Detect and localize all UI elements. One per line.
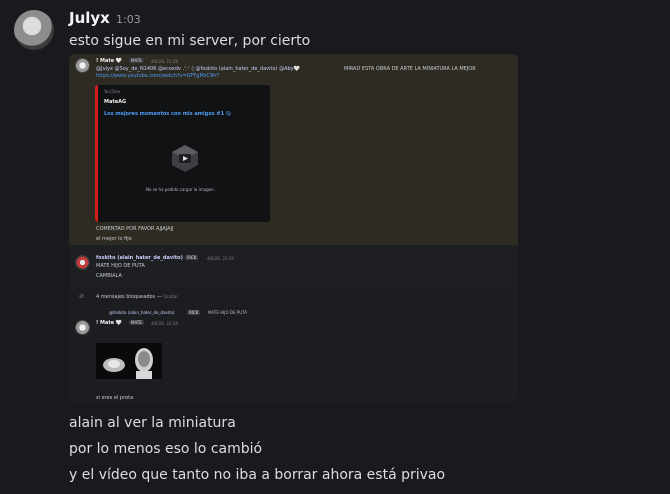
message-timestamp: 1:03 <box>116 13 141 26</box>
blocked-icon: ⊘ <box>79 293 85 300</box>
blocked-text: 4 mensajes bloqueados — Ocultar <box>96 294 179 300</box>
mate-badge-2: MATE <box>129 320 144 325</box>
foskito-line-2: CAMBIALA <box>96 273 122 279</box>
mentions: @Julyx @Soy_de_N1406 @ecoxdv .ᐟ.ᐟ ◊ @fos… <box>96 66 300 72</box>
mate-author-2: ! Mate 🤍 <box>96 320 123 326</box>
attached-screenshot[interactable]: ! Mate 🤍 MATE 4/6/26, 21:28 @Julyx @Soy_… <box>69 54 518 404</box>
mate-time-2: 4/6/26, 22:34 <box>151 321 178 326</box>
msg1-text: MIRAD ESTA OBRA DE ARTE LA MINIATURA LA … <box>344 66 476 72</box>
caption-text: si eres el prota <box>96 395 134 401</box>
embed-provider: YouTube <box>104 89 121 94</box>
blocked-panel: ⊘ 4 mensajes bloqueados — Ocultar @foski… <box>69 288 518 404</box>
author-name[interactable]: Julyx <box>69 9 110 27</box>
youtube-link: https://www.youtube.com/watch?v=GFFgMzC9… <box>96 73 220 79</box>
message-line-1: alain al ver la miniatura <box>69 415 236 431</box>
mate-avatar <box>75 58 90 73</box>
blocked-action: Ocultar <box>163 294 179 299</box>
video-placeholder-icon <box>172 145 198 172</box>
message-line-3: y el vídeo que tanto no iba a borrar aho… <box>69 467 446 483</box>
mate-avatar-2 <box>75 320 90 335</box>
message-text: esto sigue en mi server, por cierto <box>69 33 311 49</box>
reply-author: @foskito (alain_hater_de_davito) <box>109 310 175 315</box>
reply-text: MATE HIJO DE PUTA <box>208 310 247 315</box>
reply-badge: RICK <box>187 310 201 315</box>
foskito-line-1: MATE HIJO DE PUTA <box>96 263 145 269</box>
mate-time: 4/6/26, 21:28 <box>151 59 178 64</box>
embed-error: No se ha podido cargar la imagen. <box>146 187 215 192</box>
mate-badge: MATE <box>129 58 144 63</box>
youtube-embed: YouTube MateAG Los mejores momentos con … <box>95 85 270 222</box>
foskito-badge: RICK <box>185 255 199 260</box>
embed-channel: MateAG <box>104 99 127 105</box>
highlighted-message: ! Mate 🤍 MATE 4/6/26, 21:28 @Julyx @Soy_… <box>69 54 518 245</box>
foskito-time: 4/6/26, 22:34 <box>207 256 234 261</box>
embed-title: Los mejores momentos con mis amigos #1 😋 <box>104 111 231 117</box>
msg1-extra-2: el mejor lo fijo <box>96 236 132 242</box>
msg1-extra-1: COMENTAD POR FAVOR AJJAJAJJ <box>96 226 174 232</box>
foskito-avatar <box>75 255 90 270</box>
thumbnail-image <box>96 343 162 379</box>
foskito-author: foskito (alain_hater_de_davito) <box>96 255 183 261</box>
mate-author: ! Mate 🤍 <box>96 58 123 64</box>
message-line-2: por lo menos eso lo cambió <box>69 441 263 457</box>
author-avatar[interactable] <box>14 10 54 50</box>
